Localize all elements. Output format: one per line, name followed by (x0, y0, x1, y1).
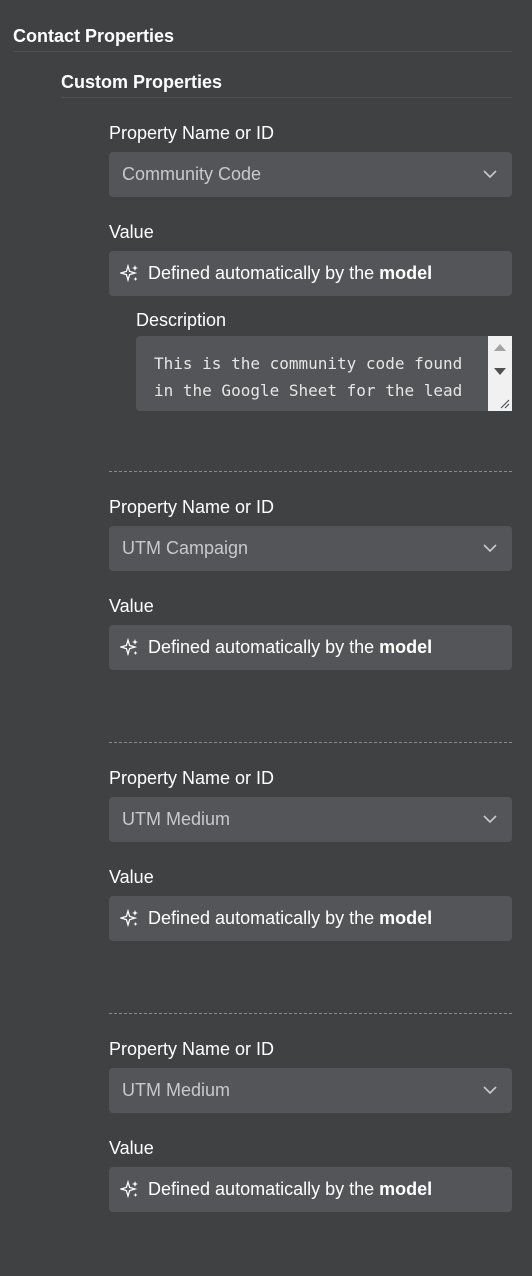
property-divider (109, 471, 512, 472)
scroll-up-arrow-icon[interactable] (494, 344, 506, 351)
value-label: Value (109, 1138, 154, 1158)
property-name-label: Property Name or ID (109, 768, 275, 788)
value-prefix: Defined automatically by the (148, 637, 375, 657)
sparkle-icon (120, 1179, 140, 1200)
property-name-select[interactable]: UTM Medium (109, 797, 512, 842)
value-prefix: Defined automatically by the (148, 263, 375, 283)
description-label: Description (136, 310, 227, 330)
chevron-down-icon (483, 170, 497, 179)
value-field[interactable]: Defined automatically by the model (109, 625, 512, 670)
subsection-title: Custom Properties (61, 72, 223, 92)
value-field[interactable]: Defined automatically by the model (109, 1167, 512, 1212)
value-label: Value (109, 222, 154, 242)
property-name-label: Property Name or ID (109, 123, 275, 143)
resize-grip-icon[interactable] (498, 397, 510, 409)
property-name-value: UTM Medium (122, 1080, 231, 1100)
value-label: Value (109, 596, 154, 616)
sparkle-icon (120, 908, 140, 929)
scroll-down-arrow-icon[interactable] (494, 368, 506, 375)
subsection-divider (61, 97, 512, 98)
value-field[interactable]: Defined automatically by the model (109, 896, 512, 941)
property-name-label: Property Name or ID (109, 497, 275, 517)
property-name-label: Property Name or ID (109, 1039, 275, 1059)
value-emph: model (379, 908, 433, 928)
section-divider (13, 51, 512, 52)
textarea-scrollbar[interactable] (488, 336, 512, 411)
value-emph: model (379, 637, 433, 657)
value-emph: model (379, 263, 433, 283)
value-emph: model (379, 1179, 433, 1199)
property-name-select[interactable]: Community Code (109, 152, 512, 197)
chevron-down-icon (483, 1086, 497, 1095)
sparkle-icon (120, 637, 140, 658)
chevron-down-icon (483, 544, 497, 553)
section-title: Contact Properties (13, 26, 175, 46)
value-field[interactable]: Defined automatically by the model (109, 251, 512, 296)
chevron-down-icon (483, 815, 497, 824)
property-name-value: UTM Campaign (122, 538, 249, 558)
property-name-select[interactable]: UTM Campaign (109, 526, 512, 571)
property-divider (109, 1013, 512, 1014)
property-divider (109, 742, 512, 743)
property-name-select[interactable]: UTM Medium (109, 1068, 512, 1113)
sparkle-icon (120, 263, 140, 284)
description-textarea[interactable]: This is the community code found in the … (136, 336, 512, 411)
description-text: This is the community code found in the … (154, 354, 472, 400)
value-prefix: Defined automatically by the (148, 908, 375, 928)
property-name-value: UTM Medium (122, 809, 231, 829)
value-prefix: Defined automatically by the (148, 1179, 375, 1199)
property-name-value: Community Code (122, 164, 262, 184)
value-label: Value (109, 867, 154, 887)
